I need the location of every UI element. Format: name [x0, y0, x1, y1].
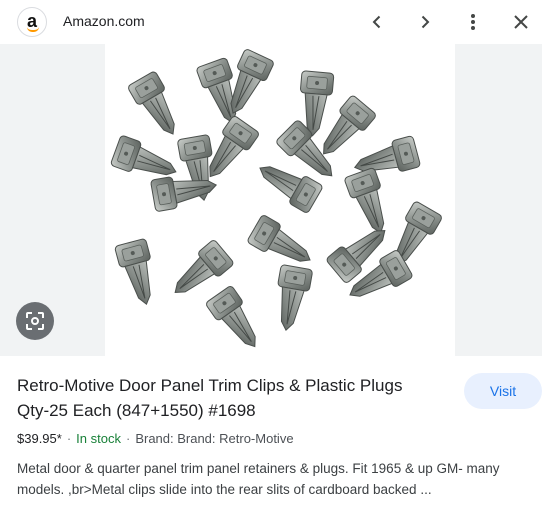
more-options-button[interactable]: [459, 8, 487, 36]
separator-dot: ·: [66, 431, 72, 446]
site-name[interactable]: Amazon.com: [63, 13, 145, 29]
next-button[interactable]: [411, 8, 439, 36]
lens-icon: [26, 312, 44, 330]
chevron-right-icon: [421, 15, 430, 29]
product-image[interactable]: [105, 44, 455, 356]
price: $39.95*: [17, 431, 62, 446]
product-meta: $39.95* · In stock · Brand: Brand: Retro-Mot…: [17, 431, 294, 446]
visit-button[interactable]: Visit: [464, 373, 542, 409]
brand: Brand: Brand: Retro-Motive: [135, 431, 294, 446]
trim-clips-photo: [109, 47, 444, 356]
separator-dot: ·: [125, 431, 131, 446]
site-logo: a: [17, 7, 47, 37]
clip-pile: [109, 47, 444, 356]
lens-button[interactable]: [16, 302, 54, 340]
logo-smile: [27, 27, 39, 32]
stock-status: In stock: [76, 431, 121, 446]
chevron-left-icon: [372, 15, 381, 29]
image-area: [0, 44, 542, 356]
close-button[interactable]: [507, 8, 535, 36]
close-icon: [514, 15, 528, 29]
preview-header: a Amazon.com: [0, 0, 542, 44]
previous-button[interactable]: [363, 8, 391, 36]
product-title[interactable]: Retro-Motive Door Panel Trim Clips & Pla…: [17, 373, 437, 423]
more-vert-icon: [471, 14, 475, 30]
product-description: Metal door & quarter panel trim panel re…: [17, 461, 500, 497]
